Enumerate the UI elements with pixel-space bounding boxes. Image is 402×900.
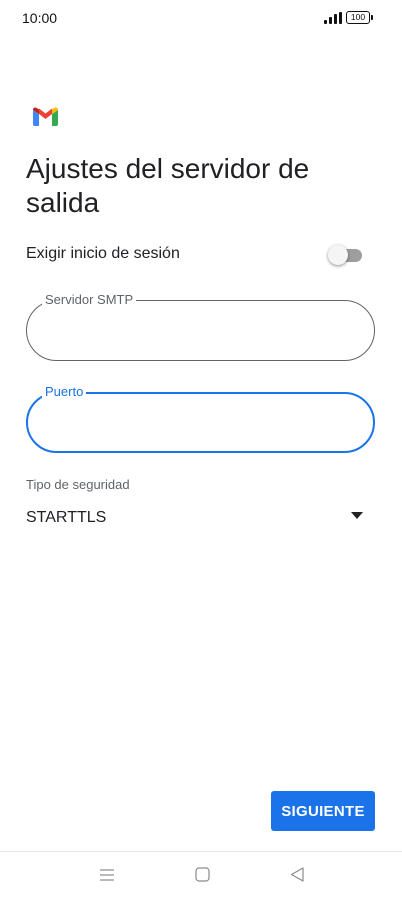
next-button[interactable]: SIGUIENTE <box>271 791 375 831</box>
security-type-label: Tipo de seguridad <box>26 477 130 492</box>
home-icon[interactable] <box>195 867 210 882</box>
gmail-logo-icon <box>33 107 58 126</box>
smtp-server-field[interactable]: Servidor SMTP <box>26 292 375 361</box>
port-label: Puerto <box>42 384 87 400</box>
outgoing-server-settings-screen: 10:00 100 Ajustes del servidor de salida… <box>0 0 402 900</box>
port-field[interactable]: Puerto <box>26 384 375 453</box>
menu-icon[interactable] <box>99 868 115 882</box>
smtp-server-input[interactable] <box>45 315 355 345</box>
smtp-server-label: Servidor SMTP <box>42 292 137 308</box>
require-sign-in-label: Exigir inicio de sesión <box>26 245 180 262</box>
back-icon[interactable] <box>290 867 304 882</box>
port-input[interactable] <box>46 408 356 438</box>
dropdown-arrow-icon <box>351 512 363 519</box>
navigation-bar <box>0 852 402 900</box>
toggle-thumb <box>328 245 348 265</box>
page-title: Ajustes del servidor de salida <box>26 153 310 218</box>
signal-icon <box>324 12 342 24</box>
status-time: 10:00 <box>22 10 58 26</box>
security-type-value: STARTTLS <box>26 509 107 526</box>
status-bar: 10:00 100 <box>0 0 402 36</box>
security-type-dropdown[interactable]: STARTTLS <box>26 504 371 534</box>
require-sign-in-toggle[interactable] <box>328 245 364 265</box>
battery-icon: 100 <box>346 11 373 24</box>
